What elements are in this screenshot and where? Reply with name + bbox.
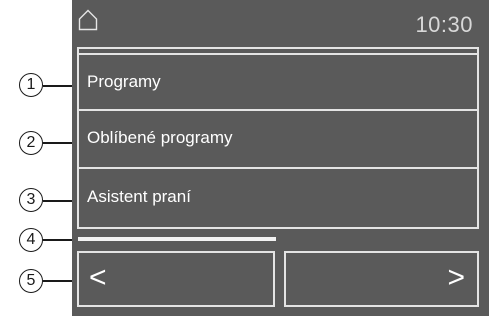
menu-item-oblibene-programy[interactable]: Oblíbené programy (77, 111, 479, 169)
menu-item-asistent-prani[interactable]: Asistent praní (77, 169, 479, 229)
status-bar: 10:30 (72, 0, 489, 42)
display-screen: 10:30 Programy Oblíbené programy Asisten… (72, 0, 489, 316)
callout-4: 4 (19, 228, 43, 252)
page-progress-bar (78, 237, 276, 241)
back-button[interactable]: < (77, 251, 275, 307)
forward-button[interactable]: > (284, 251, 479, 307)
clock: 10:30 (415, 12, 473, 37)
menu-item-programy[interactable]: Programy (77, 53, 479, 111)
menu-item-label: Oblíbené programy (87, 128, 233, 147)
callout-1: 1 (19, 73, 43, 97)
callout-3: 3 (19, 188, 43, 212)
callout-5: 5 (19, 269, 43, 293)
callout-2: 2 (19, 131, 43, 155)
menu-item-label: Programy (87, 72, 161, 91)
menu-item-label: Asistent praní (87, 187, 191, 206)
figure: 1 2 3 4 5 10:30 Programy Oblíbené progra… (0, 0, 489, 316)
home-icon[interactable] (78, 9, 98, 31)
